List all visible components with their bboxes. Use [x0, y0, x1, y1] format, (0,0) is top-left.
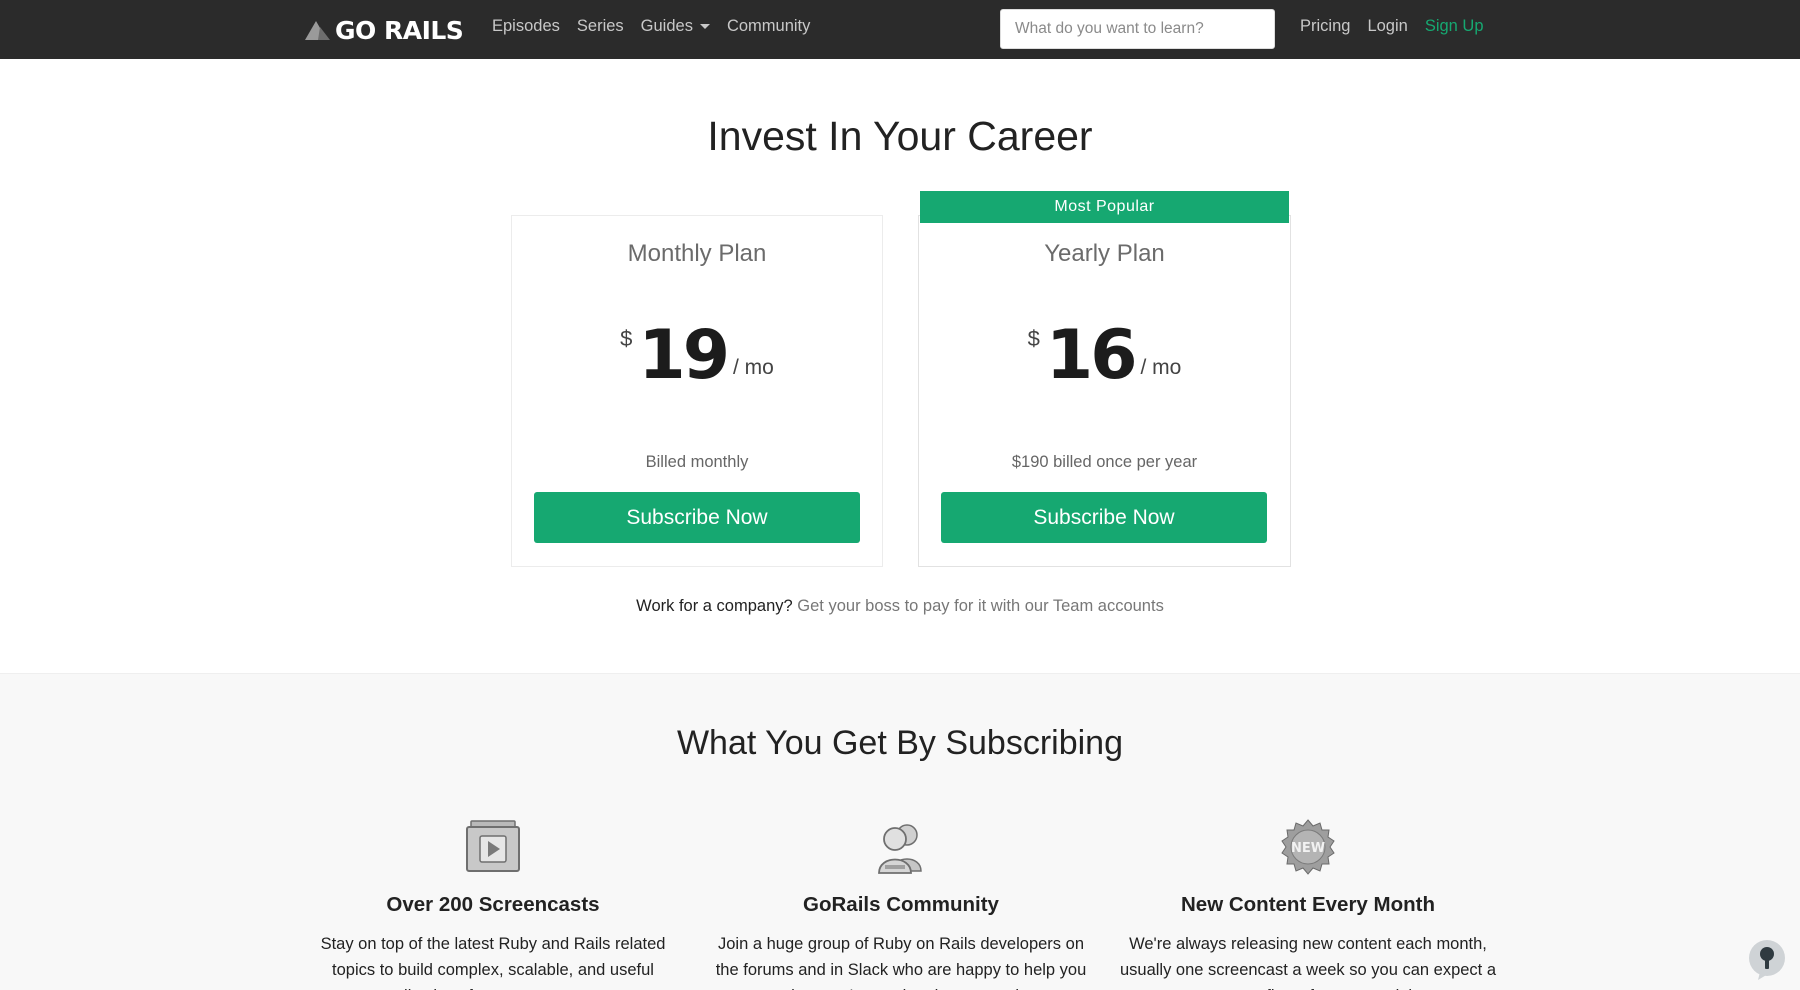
price-amount: 16 [1045, 316, 1138, 395]
new-badge-icon: NEW [1281, 819, 1335, 875]
price-amount: 19 [638, 316, 730, 395]
feature-screencasts: Over 200 Screencasts Stay on top of the … [298, 819, 688, 990]
nav-login[interactable]: Login [1367, 17, 1407, 36]
plan-price: $19/ mo [512, 316, 882, 396]
price-period: / mo [1140, 356, 1182, 379]
billing-note: $190 billed once per year [1011, 453, 1198, 471]
nav-signup[interactable]: Sign Up [1425, 17, 1484, 36]
feature-text: We're always releasing new content each … [1119, 935, 1497, 990]
price-currency: $ [620, 326, 633, 351]
yearly-plan-card: Yearly Plan $16/ mo $190 billed once per… [918, 215, 1291, 567]
mountain-logo-icon [305, 21, 330, 40]
features-section: What You Get By Subscribing Over 200 Scr… [0, 673, 1800, 990]
nav-series[interactable]: Series [577, 17, 624, 36]
subscribe-yearly-button[interactable]: Subscribe Now [941, 492, 1267, 543]
search-input[interactable] [1000, 9, 1275, 49]
chevron-down-icon [699, 24, 710, 30]
price-period: / mo [733, 356, 774, 379]
most-popular-badge: Most Popular [920, 191, 1289, 223]
subscribe-monthly-button[interactable]: Subscribe Now [534, 492, 860, 543]
nav-guides-dropdown[interactable]: Guides [641, 17, 710, 36]
top-navbar: GO RAILS Episodes Series Guides Communit… [0, 0, 1800, 59]
nav-pricing[interactable]: Pricing [1300, 17, 1350, 36]
logo-text: GO RAILS [335, 15, 464, 45]
feature-title: GoRails Community [803, 893, 999, 916]
community-users-icon [878, 824, 922, 874]
feature-new-content: NEW New Content Every Month We're always… [1113, 819, 1503, 990]
features-title: What You Get By Subscribing [676, 724, 1124, 762]
plan-name: Monthly Plan [627, 240, 767, 267]
monthly-plan-card: Monthly Plan $19/ mo Billed monthly Subs… [511, 215, 883, 567]
nav-community[interactable]: Community [727, 17, 810, 36]
svg-text:NEW: NEW [1291, 841, 1325, 856]
page-title: Invest In Your Career [707, 113, 1093, 159]
account-nav: Pricing Login Sign Up [1300, 17, 1484, 36]
plan-name: Yearly Plan [1044, 240, 1165, 267]
feature-title: New Content Every Month [1181, 893, 1435, 916]
plan-price: $16/ mo [919, 316, 1290, 396]
feature-community: GoRails Community Join a huge group of R… [706, 819, 1096, 990]
video-screencast-icon [466, 820, 520, 872]
team-accounts-link[interactable]: Get your boss to pay for it with our Tea… [797, 597, 1164, 615]
gorails-logo[interactable]: GO RAILS [305, 15, 464, 45]
price-currency: $ [1027, 326, 1040, 351]
feature-text: Stay on top of the latest Ruby and Rails… [320, 935, 666, 990]
main-nav: Episodes Series Guides Community [492, 17, 810, 36]
team-prefix: Work for a company? [636, 597, 793, 615]
billing-note: Billed monthly [645, 453, 749, 471]
team-accounts-line: Work for a company? Get your boss to pay… [0, 597, 1800, 616]
help-chat-icon[interactable] [1746, 939, 1788, 981]
feature-text: Join a huge group of Ruby on Rails devel… [715, 935, 1087, 990]
feature-title: Over 200 Screencasts [386, 893, 600, 916]
nav-episodes[interactable]: Episodes [492, 17, 560, 36]
nav-guides-label: Guides [640, 17, 693, 35]
